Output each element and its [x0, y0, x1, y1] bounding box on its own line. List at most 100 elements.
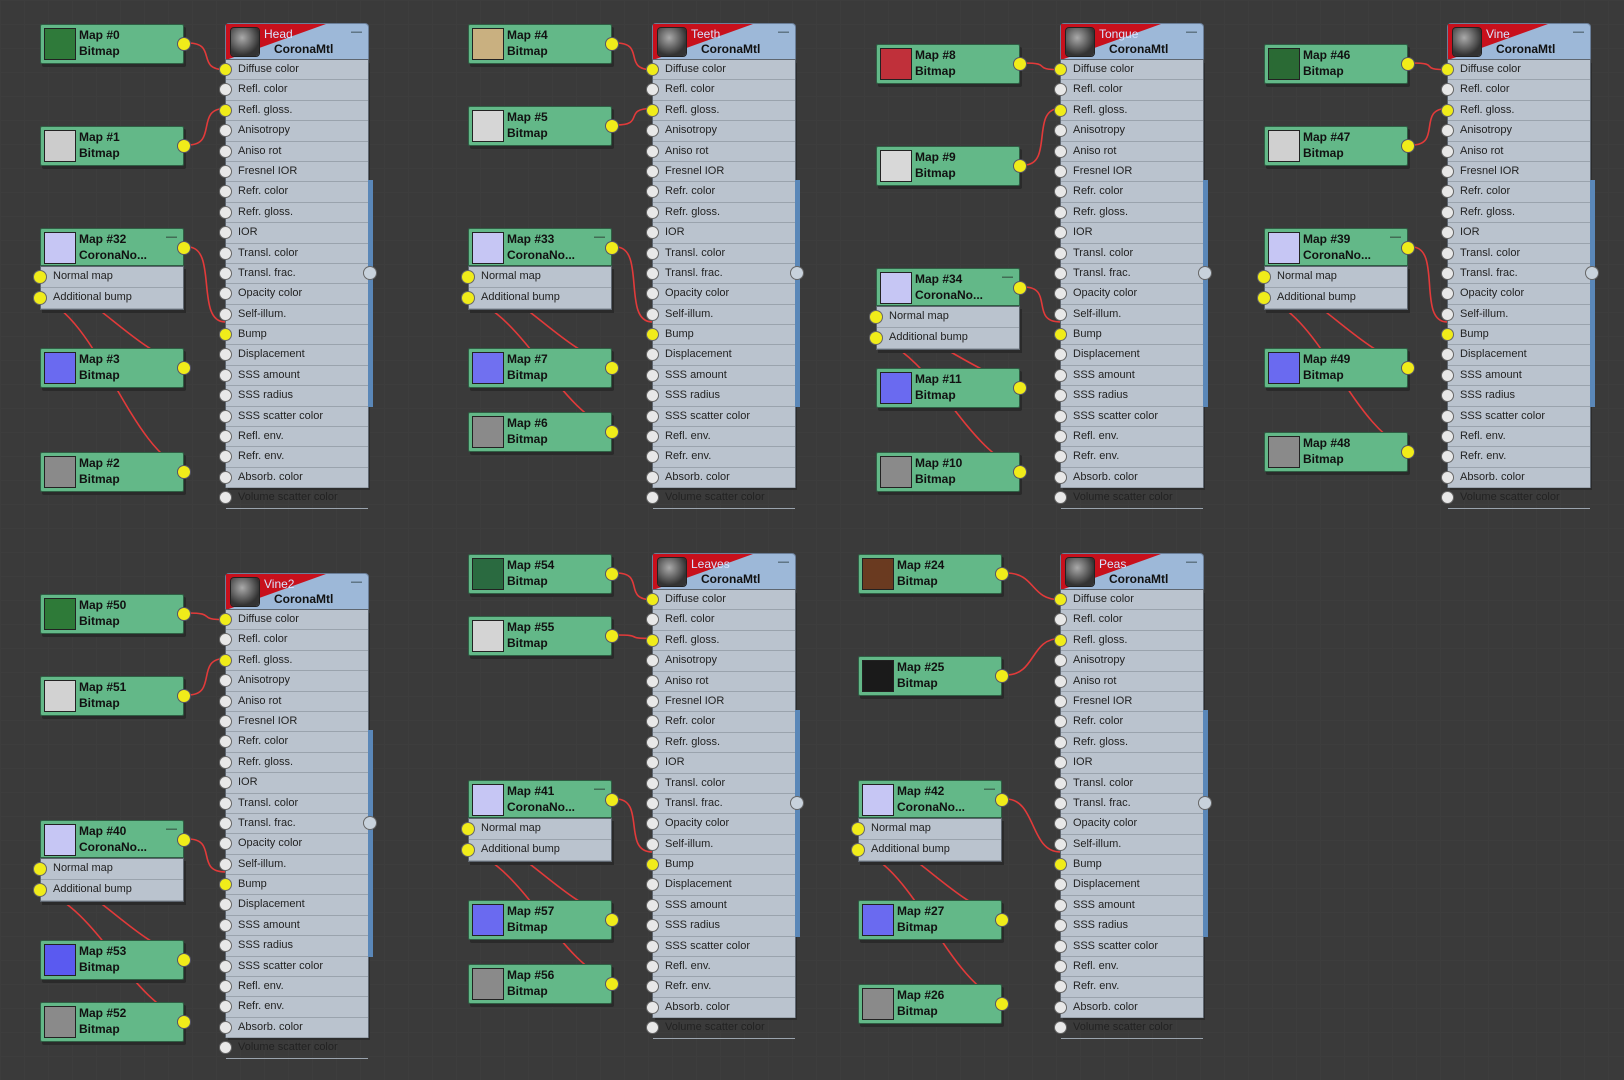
bitmap-node[interactable]: Map #55 Bitmap [468, 616, 618, 656]
input-socket[interactable] [220, 390, 231, 402]
corona-normal-node[interactable]: Map #39 CoronaNo... — Normal map Additional … [1258, 228, 1414, 310]
material-slot[interactable]: Anisotropy [647, 121, 795, 142]
material-slot[interactable]: Refl. gloss. [647, 631, 795, 652]
corona-material-node[interactable]: Teeth CoronaMtl — Diffuse color Refl. color R… [647, 24, 803, 509]
material-slot[interactable]: Displacement [220, 895, 368, 916]
material-slot[interactable]: Absorb. color [220, 1018, 368, 1039]
output-socket[interactable] [178, 38, 190, 50]
input-socket[interactable] [1055, 64, 1066, 75]
input-socket[interactable] [220, 756, 231, 768]
corona-normal-node[interactable]: Map #41 CoronaNo... — Normal map Additional … [462, 780, 618, 862]
material-slot[interactable]: Transl. color [1055, 244, 1203, 264]
input-socket[interactable] [1055, 920, 1066, 932]
input-socket[interactable] [462, 823, 474, 835]
minimize-icon[interactable]: — [1573, 26, 1584, 38]
output-socket[interactable] [1014, 58, 1026, 70]
input-socket[interactable] [647, 859, 658, 871]
normal-node-header[interactable]: Map #34 CoronaNo... — [876, 268, 1026, 306]
input-socket[interactable] [647, 104, 658, 116]
material-slot[interactable]: Bump [1442, 325, 1590, 346]
material-slot[interactable]: SSS scatter color [220, 407, 368, 428]
minimize-icon[interactable]: — [351, 26, 362, 38]
material-slot[interactable]: Self-illum. [220, 855, 368, 876]
corona-normal-node[interactable]: Map #40 CoronaNo... — Normal map Additional … [34, 820, 190, 902]
input-socket[interactable] [462, 844, 474, 856]
input-socket[interactable] [1055, 104, 1066, 116]
input-socket[interactable] [220, 369, 231, 381]
input-socket[interactable] [220, 64, 231, 75]
input-socket[interactable] [647, 431, 658, 443]
input-socket[interactable] [1055, 390, 1066, 402]
normal-slot[interactable]: Normal map [462, 267, 611, 288]
input-socket[interactable] [1442, 84, 1453, 96]
material-slot[interactable]: Transl. color [647, 244, 795, 264]
input-socket[interactable] [220, 634, 231, 646]
material-slot[interactable]: Refl. gloss. [1055, 101, 1203, 122]
material-slot[interactable]: IOR [1055, 223, 1203, 244]
minimize-icon[interactable]: — [778, 556, 789, 568]
input-socket[interactable] [1442, 369, 1453, 381]
input-socket[interactable] [647, 634, 658, 646]
material-slot[interactable]: Absorb. color [220, 468, 368, 489]
input-socket[interactable] [34, 292, 46, 304]
input-socket[interactable] [220, 165, 231, 177]
input-socket[interactable] [1055, 859, 1066, 871]
material-slot[interactable]: Anisotropy [1055, 121, 1203, 142]
material-slot[interactable]: Refr. color [647, 712, 795, 733]
input-socket[interactable] [220, 1001, 231, 1013]
bitmap-node[interactable]: Map #3 Bitmap [40, 348, 190, 388]
input-socket[interactable] [1055, 838, 1066, 850]
material-slot[interactable]: Displacement [220, 345, 368, 366]
input-socket[interactable] [1055, 614, 1066, 626]
material-slot[interactable]: Refl. gloss. [220, 651, 368, 672]
material-slot[interactable]: Refl. env. [647, 957, 795, 978]
normal-slot[interactable]: Additional bump [462, 288, 611, 309]
material-slot[interactable]: Refl. gloss. [647, 101, 795, 122]
minimize-icon[interactable]: — [1390, 231, 1401, 243]
input-socket[interactable] [220, 492, 231, 504]
material-slot[interactable]: Absorb. color [647, 468, 795, 489]
material-slot[interactable]: Refl. env. [1055, 427, 1203, 448]
bitmap-node[interactable]: Map #8 Bitmap [876, 44, 1026, 84]
input-socket[interactable] [647, 940, 658, 952]
input-socket[interactable] [220, 695, 231, 707]
output-socket[interactable] [996, 998, 1008, 1010]
input-socket[interactable] [647, 899, 658, 911]
material-slot[interactable]: Refr. env. [220, 447, 368, 468]
material-slot[interactable]: SSS scatter color [220, 957, 368, 978]
bitmap-node[interactable]: Map #0 Bitmap [40, 24, 190, 64]
input-socket[interactable] [1442, 329, 1453, 341]
input-socket[interactable] [220, 879, 231, 891]
output-socket[interactable] [1402, 58, 1414, 70]
normal-slot[interactable]: Additional bump [870, 328, 1019, 349]
output-socket[interactable] [178, 362, 190, 374]
material-slot[interactable]: Transl. color [1055, 774, 1203, 794]
input-socket[interactable] [647, 655, 658, 667]
input-socket[interactable] [220, 451, 231, 463]
minimize-icon[interactable]: — [166, 823, 177, 835]
input-socket[interactable] [1442, 104, 1453, 116]
material-slot[interactable]: Fresnel IOR [1055, 692, 1203, 713]
input-socket[interactable] [1055, 940, 1066, 952]
input-socket[interactable] [647, 716, 658, 728]
input-socket[interactable] [220, 288, 231, 300]
material-slot[interactable]: IOR [220, 773, 368, 794]
input-socket[interactable] [1055, 981, 1066, 993]
input-socket[interactable] [1442, 492, 1453, 504]
input-socket[interactable] [220, 308, 231, 320]
corona-normal-node[interactable]: Map #42 CoronaNo... — Normal map Additional … [852, 780, 1008, 862]
material-slot[interactable]: SSS scatter color [647, 407, 795, 428]
output-socket[interactable] [1014, 382, 1026, 394]
input-socket[interactable] [647, 308, 658, 320]
input-socket[interactable] [870, 311, 882, 323]
material-slot[interactable]: Refr. env. [647, 447, 795, 468]
material-slot[interactable]: Refr. gloss. [220, 203, 368, 224]
normal-node-header[interactable]: Map #32 CoronaNo... — [40, 228, 190, 266]
material-slot[interactable]: SSS amount [220, 366, 368, 387]
output-socket[interactable] [606, 426, 618, 438]
input-socket[interactable] [1442, 206, 1453, 218]
output-socket[interactable] [606, 242, 618, 254]
input-socket[interactable] [220, 329, 231, 341]
output-socket[interactable] [606, 630, 618, 642]
output-socket[interactable] [178, 954, 190, 966]
